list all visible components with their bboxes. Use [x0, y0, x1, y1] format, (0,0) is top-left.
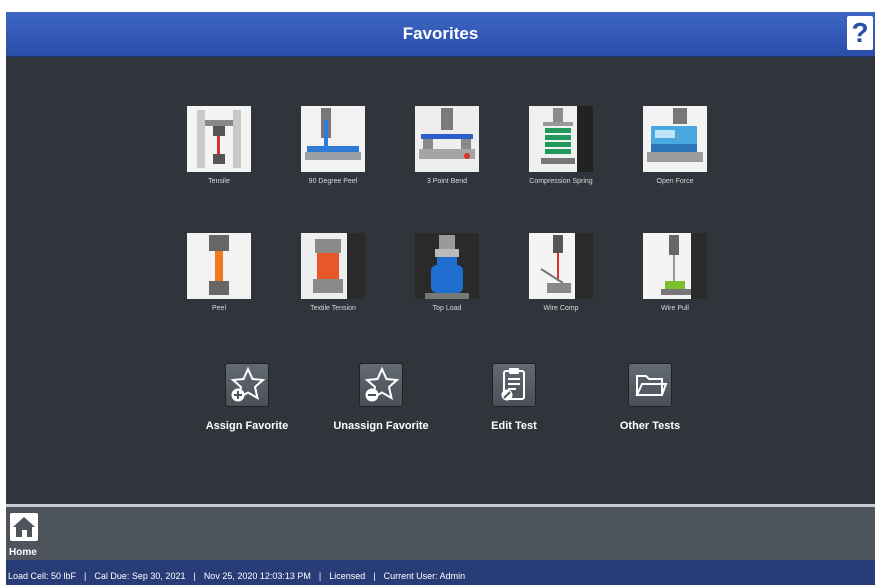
favorite-tile-wire-pull[interactable]: Wire Pull	[633, 233, 717, 319]
favorite-tile-90-degree-peel[interactable]: 90 Degree Peel	[291, 106, 375, 192]
other-tests-button[interactable]	[628, 363, 672, 407]
favorite-label: Wire Pull	[660, 305, 689, 312]
favorite-tile-top-load[interactable]: Top Load	[405, 233, 489, 319]
favorite-label: Peel	[211, 305, 226, 312]
assign-favorite-button[interactable]	[225, 363, 269, 407]
home-icon	[13, 517, 35, 537]
assign-favorite-label: Assign Favorite	[205, 420, 289, 432]
wire-pull-image	[643, 233, 707, 299]
title-bar: Favorites ?	[6, 12, 875, 57]
help-button[interactable]: ?	[847, 16, 873, 50]
edit-test-label: Edit Test	[491, 420, 537, 432]
peel-90-degree-image	[301, 106, 365, 172]
favorite-tile-textile-tension[interactable]: Textile Tension	[291, 233, 375, 319]
star-plus-icon	[230, 366, 266, 402]
top-load-image	[415, 233, 479, 299]
unassign-favorite-action[interactable]: Unassign Favorite	[321, 363, 441, 443]
favorite-tile-3-point-bend[interactable]: 3 Point Bend	[405, 106, 489, 192]
favorite-label: Textile Tension	[310, 305, 356, 312]
status-datetime: Nov 25, 2020 12:03:13 PM	[203, 571, 311, 581]
clipboard-edit-icon	[501, 368, 525, 401]
favorite-tile-compression-spring[interactable]: Compression Spring	[519, 106, 603, 192]
tensile-test-image	[187, 106, 251, 172]
edit-test-action[interactable]: Edit Test	[454, 363, 574, 443]
favorite-label: 90 Degree Peel	[308, 178, 358, 185]
other-tests-label: Other Tests	[619, 420, 681, 432]
favorite-label: Top Load	[432, 305, 462, 312]
favorite-label: Tensile	[208, 178, 230, 185]
favorite-label: Wire Comp	[543, 305, 579, 312]
star-minus-icon	[364, 366, 400, 402]
home-button[interactable]	[10, 513, 38, 541]
assign-favorite-action[interactable]: Assign Favorite	[187, 363, 307, 443]
status-current-user: Current User: Admin	[383, 571, 466, 581]
app-window: Favorites ? Tensile 90 Degree Peel 3 Poi…	[6, 12, 875, 585]
wire-comp-image	[529, 233, 593, 299]
status-license: Licensed	[329, 571, 366, 581]
favorite-label: Open Force	[656, 178, 694, 185]
status-bar: Load Cell: 50 lbF | Cal Due: Sep 30, 2021 |…	[6, 560, 875, 585]
open-force-image	[643, 106, 707, 172]
unassign-favorite-button[interactable]	[359, 363, 403, 407]
favorite-tile-open-force[interactable]: Open Force	[633, 106, 717, 192]
textile-tension-image	[301, 233, 365, 299]
three-point-bend-image	[415, 106, 479, 172]
unassign-favorite-label: Unassign Favorite	[333, 420, 429, 432]
favorite-label: Compression Spring	[529, 178, 593, 185]
favorite-tile-wire-comp[interactable]: Wire Comp	[519, 233, 603, 319]
favorite-tile-tensile[interactable]: Tensile	[177, 106, 261, 192]
other-tests-action[interactable]: Other Tests	[590, 363, 710, 443]
edit-test-button[interactable]	[492, 363, 536, 407]
compression-spring-image	[529, 106, 593, 172]
peel-test-image	[187, 233, 251, 299]
status-load-cell: Load Cell: 50 lbF	[8, 571, 77, 581]
folder-open-icon	[635, 375, 668, 396]
page-title: Favorites	[402, 24, 479, 43]
status-cal-due: Cal Due: Sep 30, 2021	[94, 571, 186, 581]
favorite-tile-peel[interactable]: Peel	[177, 233, 261, 319]
favorite-label: 3 Point Bend	[426, 178, 468, 185]
footer-bar: Home	[6, 504, 875, 562]
home-label: Home	[9, 547, 37, 558]
